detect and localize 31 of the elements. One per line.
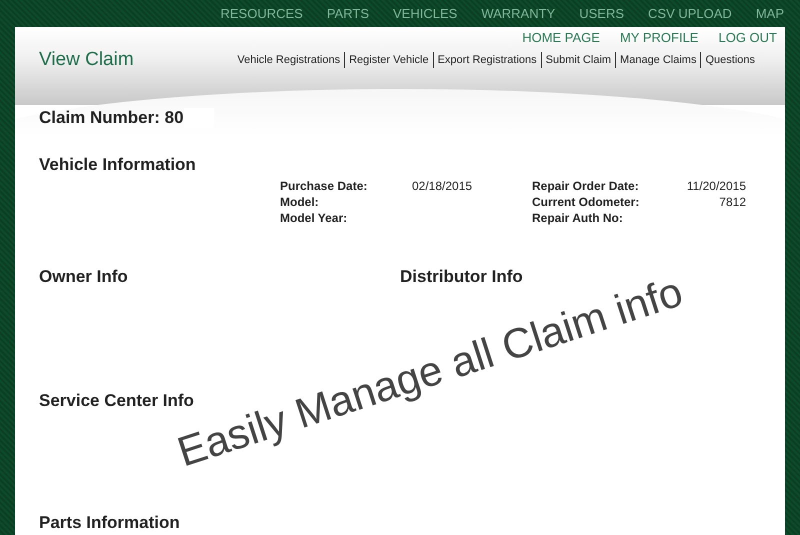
sub-nav-link[interactable]: Questions <box>700 52 759 68</box>
section-heading: Parts Information <box>39 513 181 533</box>
claim-number: Claim Number: 80 <box>39 108 184 128</box>
sub-nav-link[interactable]: Export Registrations <box>432 52 541 68</box>
user-link[interactable]: LOG OUT <box>718 30 777 45</box>
section-heading: Vehicle Information <box>39 155 197 175</box>
nav-link[interactable]: PARTS <box>326 6 369 27</box>
page-title: View Claim <box>39 49 134 71</box>
field-label: Purchase Date: <box>280 179 368 193</box>
nav-link[interactable]: VEHICLES <box>393 6 458 27</box>
user-link[interactable]: HOME PAGE <box>522 30 600 45</box>
field-label: Current Odometer: <box>532 195 640 209</box>
field-value: 02/18/2015 <box>412 179 474 193</box>
sub-nav-link[interactable]: Submit Claim <box>540 52 616 68</box>
nav-link[interactable]: WARRANTY <box>481 6 556 27</box>
section-heading: Distributor Info <box>400 267 524 287</box>
sub-nav-link[interactable]: Manage Claims <box>615 52 700 68</box>
field-value: 7812 <box>718 195 746 209</box>
nav-link[interactable]: USERS <box>579 6 624 27</box>
nav-link[interactable]: RESOURCES <box>220 6 303 27</box>
field-label: Repair Order Date: <box>532 179 640 193</box>
sub-nav-link[interactable]: Register Vehicle <box>344 52 433 68</box>
sub-nav-link[interactable]: Vehicle Registrations <box>233 52 344 68</box>
user-link[interactable]: MY PROFILE <box>620 30 698 45</box>
field-value: 11/20/2015 <box>686 179 746 193</box>
nav-link[interactable]: CSV UPLOAD <box>648 6 732 27</box>
nav-link[interactable]: MAP <box>756 6 784 27</box>
field-label: Repair Auth No: <box>532 211 624 225</box>
field-label: Model: <box>280 195 320 209</box>
section-heading: Owner Info <box>39 267 129 287</box>
field-label: Model Year: <box>280 211 348 225</box>
